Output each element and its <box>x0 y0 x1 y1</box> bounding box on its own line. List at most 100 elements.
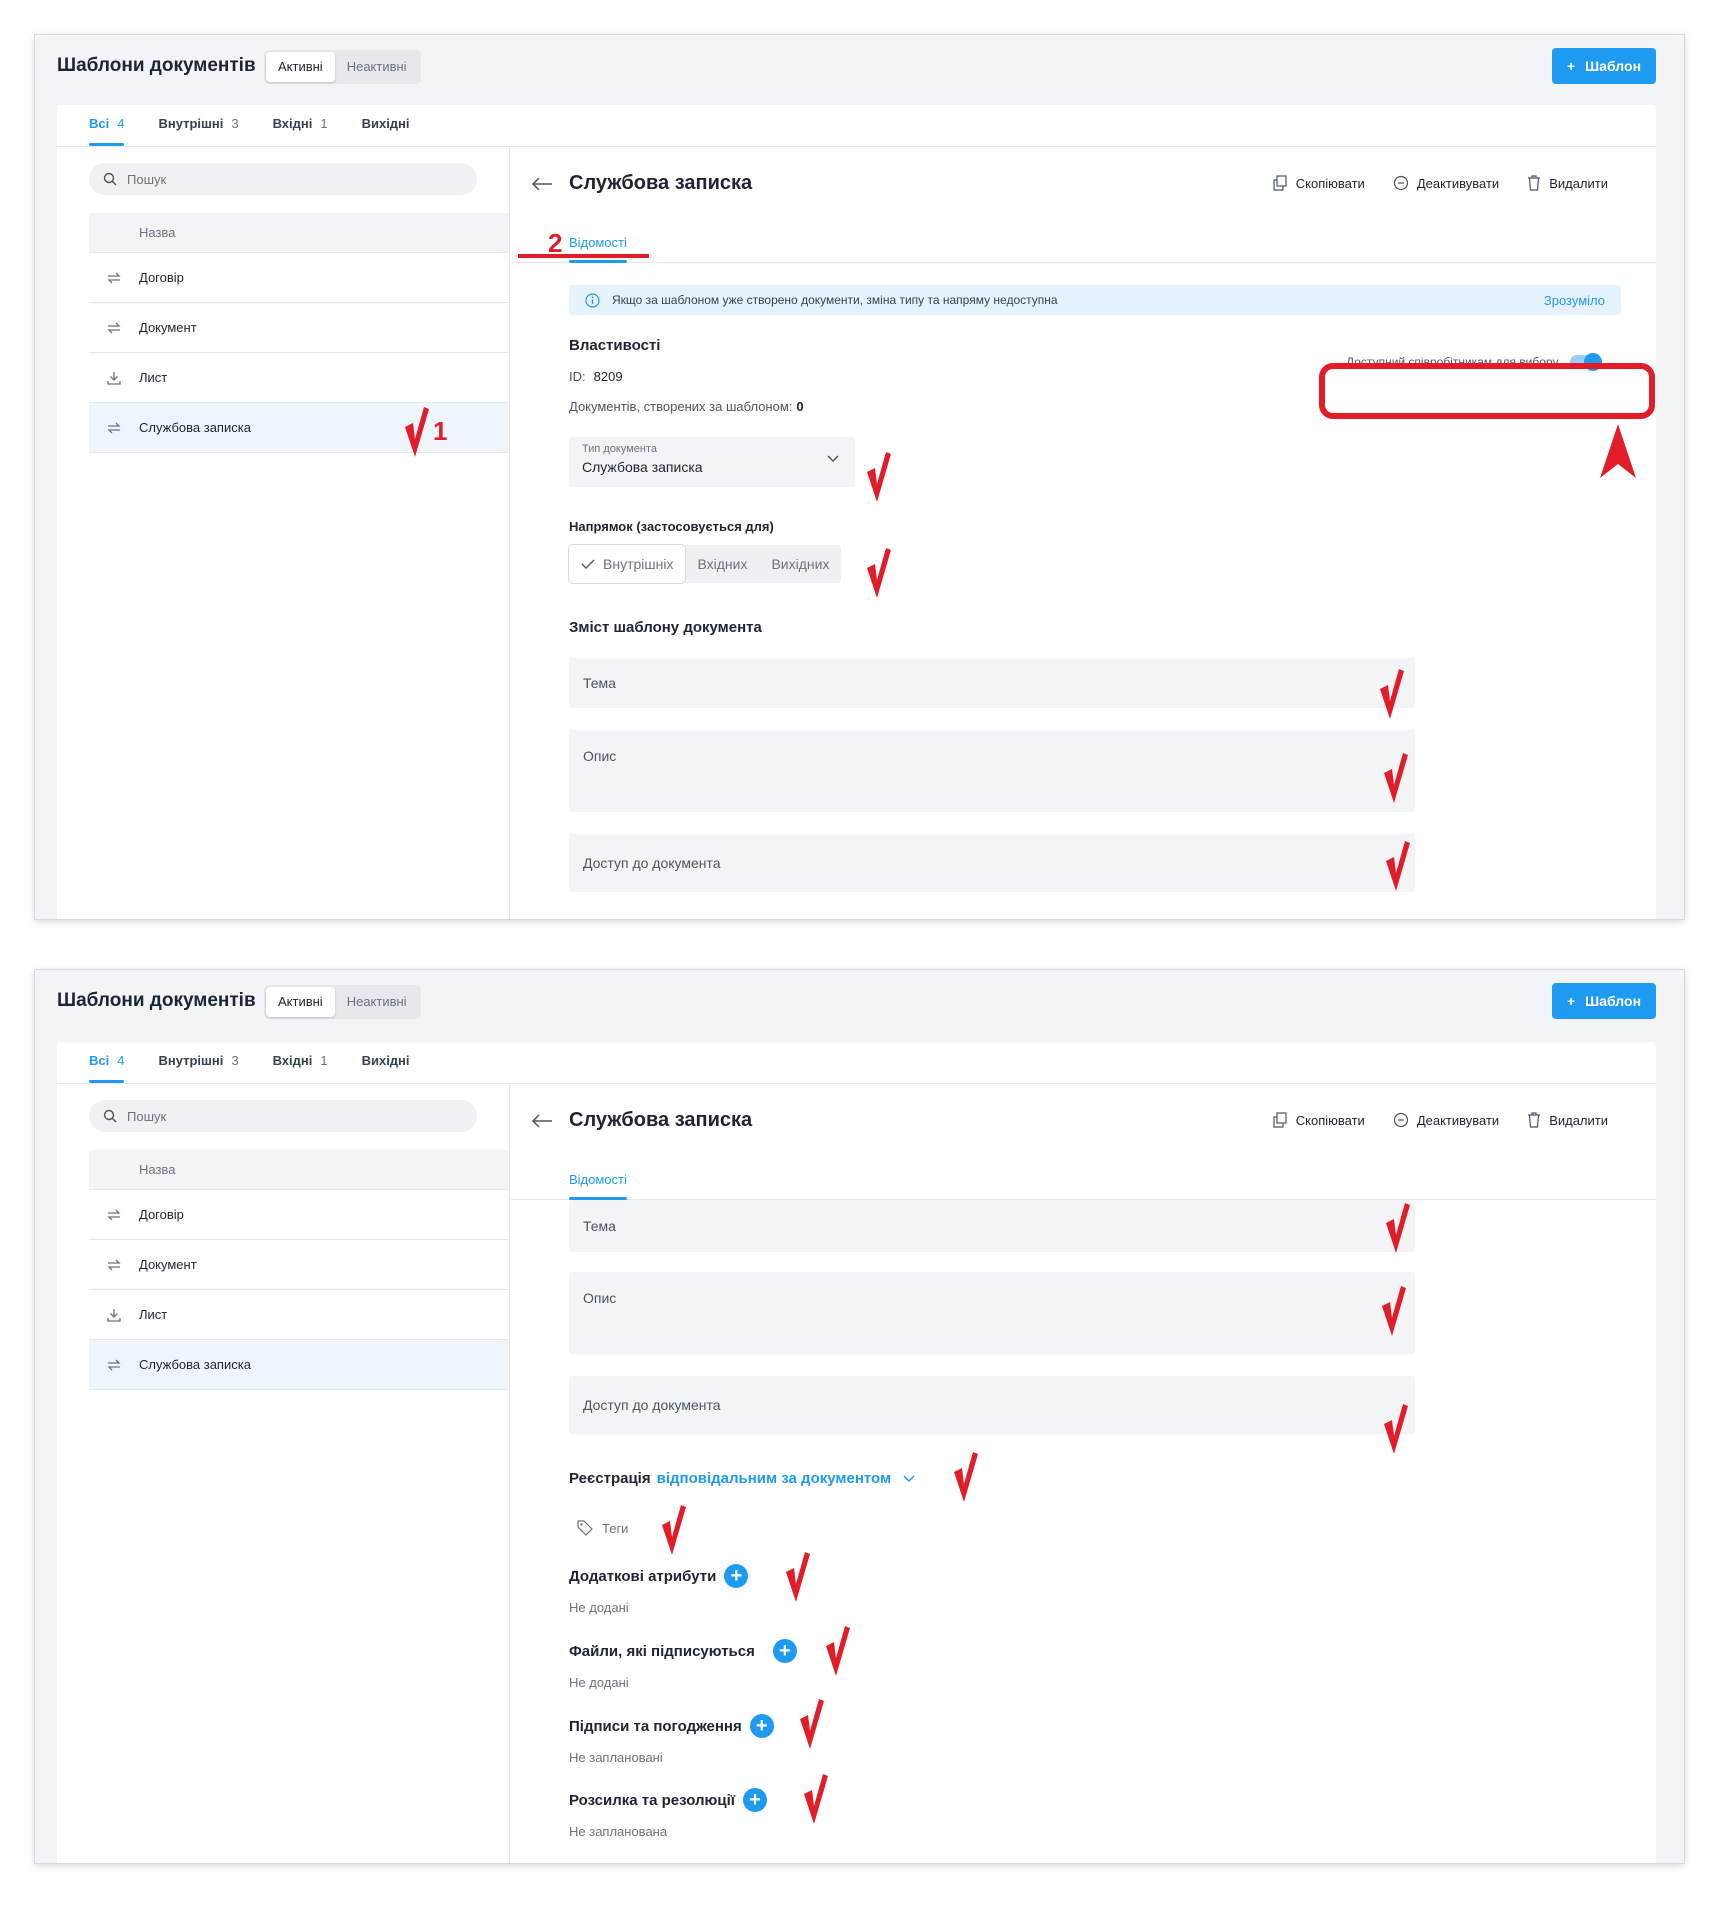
detail-header: Службова записка Скопіювати Деактивувати… <box>511 1084 1656 1200</box>
content-card: Всі 4 Внутрішні 3 Вхідні 1 Вихідні Пошук На… <box>57 1042 1656 1863</box>
content-card: Всі 4 Внутрішні 3 Вхідні 1 Вихідні Пошук На… <box>57 105 1656 919</box>
deactivate-button[interactable]: Деактивувати <box>1393 175 1499 191</box>
annotation-checkmark <box>954 1452 978 1502</box>
topic-field[interactable]: Тема <box>569 1200 1415 1252</box>
filter-tabs: Всі 4 Внутрішні 3 Вхідні 1 Вихідні <box>57 105 1656 147</box>
doc-type-select[interactable]: Тип документа Службова записка <box>569 437 855 487</box>
registration-link[interactable]: відповідальним за документом <box>657 1470 892 1487</box>
tab-incoming[interactable]: Вхідні 1 <box>273 1042 328 1083</box>
annotation-checkmark <box>1386 841 1410 891</box>
segment-active[interactable]: Активні <box>266 52 335 82</box>
add-template-button[interactable]: + Шаблон <box>1552 48 1656 84</box>
list-item[interactable]: Договір <box>89 253 509 303</box>
description-field[interactable]: Опис <box>569 1272 1415 1354</box>
list-item[interactable]: Документ <box>89 1240 509 1290</box>
search-input[interactable]: Пошук <box>89 163 477 195</box>
delete-button[interactable]: Видалити <box>1527 175 1608 191</box>
template-id: ID: 8209 <box>569 369 623 384</box>
tab-all[interactable]: Всі 4 <box>89 105 125 146</box>
segment-active[interactable]: Активні <box>266 987 335 1017</box>
list-header: Назва <box>89 1150 509 1190</box>
chevron-down-icon[interactable] <box>903 1475 915 1483</box>
download-icon <box>89 1307 139 1323</box>
access-field[interactable]: Доступ до документа <box>569 834 1415 892</box>
tab-label: Всі <box>89 116 110 131</box>
copy-button[interactable]: Скопіювати <box>1272 175 1365 191</box>
topic-field[interactable]: Тема <box>569 658 1415 708</box>
tab-all[interactable]: Всі 4 <box>89 1042 125 1083</box>
minus-circle-icon <box>1393 175 1408 191</box>
tab-count: 4 <box>117 116 125 131</box>
filter-tabs: Всі 4 Внутрішні 3 Вхідні 1 Вихідні <box>57 1042 1656 1084</box>
id-label: ID: <box>569 369 586 384</box>
direction-outgoing[interactable]: Вихідних <box>759 545 841 583</box>
content-heading: Зміст шаблону документа <box>569 619 762 636</box>
tab-internal[interactable]: Внутрішні 3 <box>158 105 238 146</box>
search-icon <box>103 1109 117 1123</box>
page-title: Шаблони документів <box>57 990 256 1011</box>
add-file-button[interactable]: + <box>772 1639 797 1663</box>
description-field[interactable]: Опис <box>569 730 1415 812</box>
tab-details[interactable]: Відомості <box>569 229 627 263</box>
back-arrow-icon[interactable] <box>531 1114 553 1128</box>
back-arrow-icon[interactable] <box>531 177 553 191</box>
deactivate-label: Деактивувати <box>1416 175 1500 191</box>
page-title: Шаблони документів <box>57 55 256 76</box>
docs-count-value: 0 <box>796 399 804 414</box>
tab-internal[interactable]: Внутрішні 3 <box>158 1042 238 1083</box>
annotation-checkmark <box>786 1552 810 1602</box>
detail-title: Службова записка <box>569 1109 753 1131</box>
annotation-checkmark <box>1386 1203 1410 1253</box>
copy-icon <box>1273 1112 1287 1128</box>
annotation-checkmark <box>1382 1286 1406 1336</box>
distribution-heading: Розсилка та резолюції + <box>569 1788 767 1812</box>
signed-files-heading: Файли, які підписуються + <box>569 1639 797 1663</box>
copy-icon <box>1273 175 1287 191</box>
direction-internal[interactable]: Внутрішніх <box>569 545 686 583</box>
list-item[interactable]: Лист <box>89 1290 509 1340</box>
annotation-checkmark <box>1380 669 1404 719</box>
tab-label: Внутрішні <box>158 1053 224 1068</box>
swap-icon <box>89 321 139 335</box>
direction-incoming[interactable]: Вхідних <box>685 545 759 583</box>
tab-label: Всі <box>89 1053 110 1068</box>
list-item[interactable]: Лист <box>89 353 509 403</box>
detail-actions: Скопіювати Деактивувати Видалити <box>1272 175 1608 191</box>
tab-incoming[interactable]: Вхідні 1 <box>273 105 328 146</box>
annotation-checkmark <box>867 452 891 502</box>
add-template-button[interactable]: + Шаблон <box>1552 983 1656 1019</box>
template-detail-panel: Службова записка Скопіювати Деактивувати… <box>511 1084 1656 1863</box>
segment-inactive[interactable]: Неактивні <box>335 52 419 82</box>
tab-details[interactable]: Відомості <box>569 1166 627 1200</box>
list-item-label: Договір <box>139 270 184 285</box>
direction-segment: Внутрішніх Вхідних Вихідних <box>569 545 842 583</box>
list-item[interactable]: Договір <box>89 1190 509 1240</box>
tab-outgoing[interactable]: Вихідні <box>362 105 410 146</box>
list-header: Назва <box>89 213 509 253</box>
deactivate-label: Деактивувати <box>1416 1112 1500 1128</box>
add-attribute-button[interactable]: + <box>724 1564 749 1588</box>
doc-type-label: Тип документа <box>582 443 658 455</box>
tag-icon <box>577 1520 593 1536</box>
section-title: Підписи та погодження <box>569 1717 742 1735</box>
add-signature-button[interactable]: + <box>749 1714 774 1738</box>
segment-inactive[interactable]: Неактивні <box>335 987 419 1017</box>
tab-outgoing[interactable]: Вихідні <box>362 1042 410 1083</box>
extra-attributes-heading: Додаткові атрибути + <box>569 1564 749 1588</box>
docs-count: Документів, створених за шаблоном: 0 <box>569 399 804 414</box>
access-field[interactable]: Доступ до документа <box>569 1376 1415 1434</box>
tab-count: 4 <box>117 1053 125 1068</box>
properties-heading: Властивості <box>569 337 661 354</box>
list-item[interactable]: Документ <box>89 303 509 353</box>
search-input[interactable]: Пошук <box>89 1100 477 1132</box>
tags-button[interactable]: Теги <box>577 1520 628 1536</box>
add-distribution-button[interactable]: + <box>742 1788 767 1812</box>
tab-label: Вхідні <box>272 1053 313 1068</box>
delete-button[interactable]: Видалити <box>1527 1112 1608 1128</box>
deactivate-button[interactable]: Деактивувати <box>1393 1112 1499 1128</box>
list-item-selected[interactable]: Службова записка <box>89 1340 509 1390</box>
info-dismiss-link[interactable]: Зрозуміло <box>1544 293 1605 308</box>
swap-icon <box>89 1358 139 1372</box>
copy-button[interactable]: Скопіювати <box>1272 1112 1365 1128</box>
docs-count-label: Документів, створених за шаблоном: <box>569 399 793 414</box>
